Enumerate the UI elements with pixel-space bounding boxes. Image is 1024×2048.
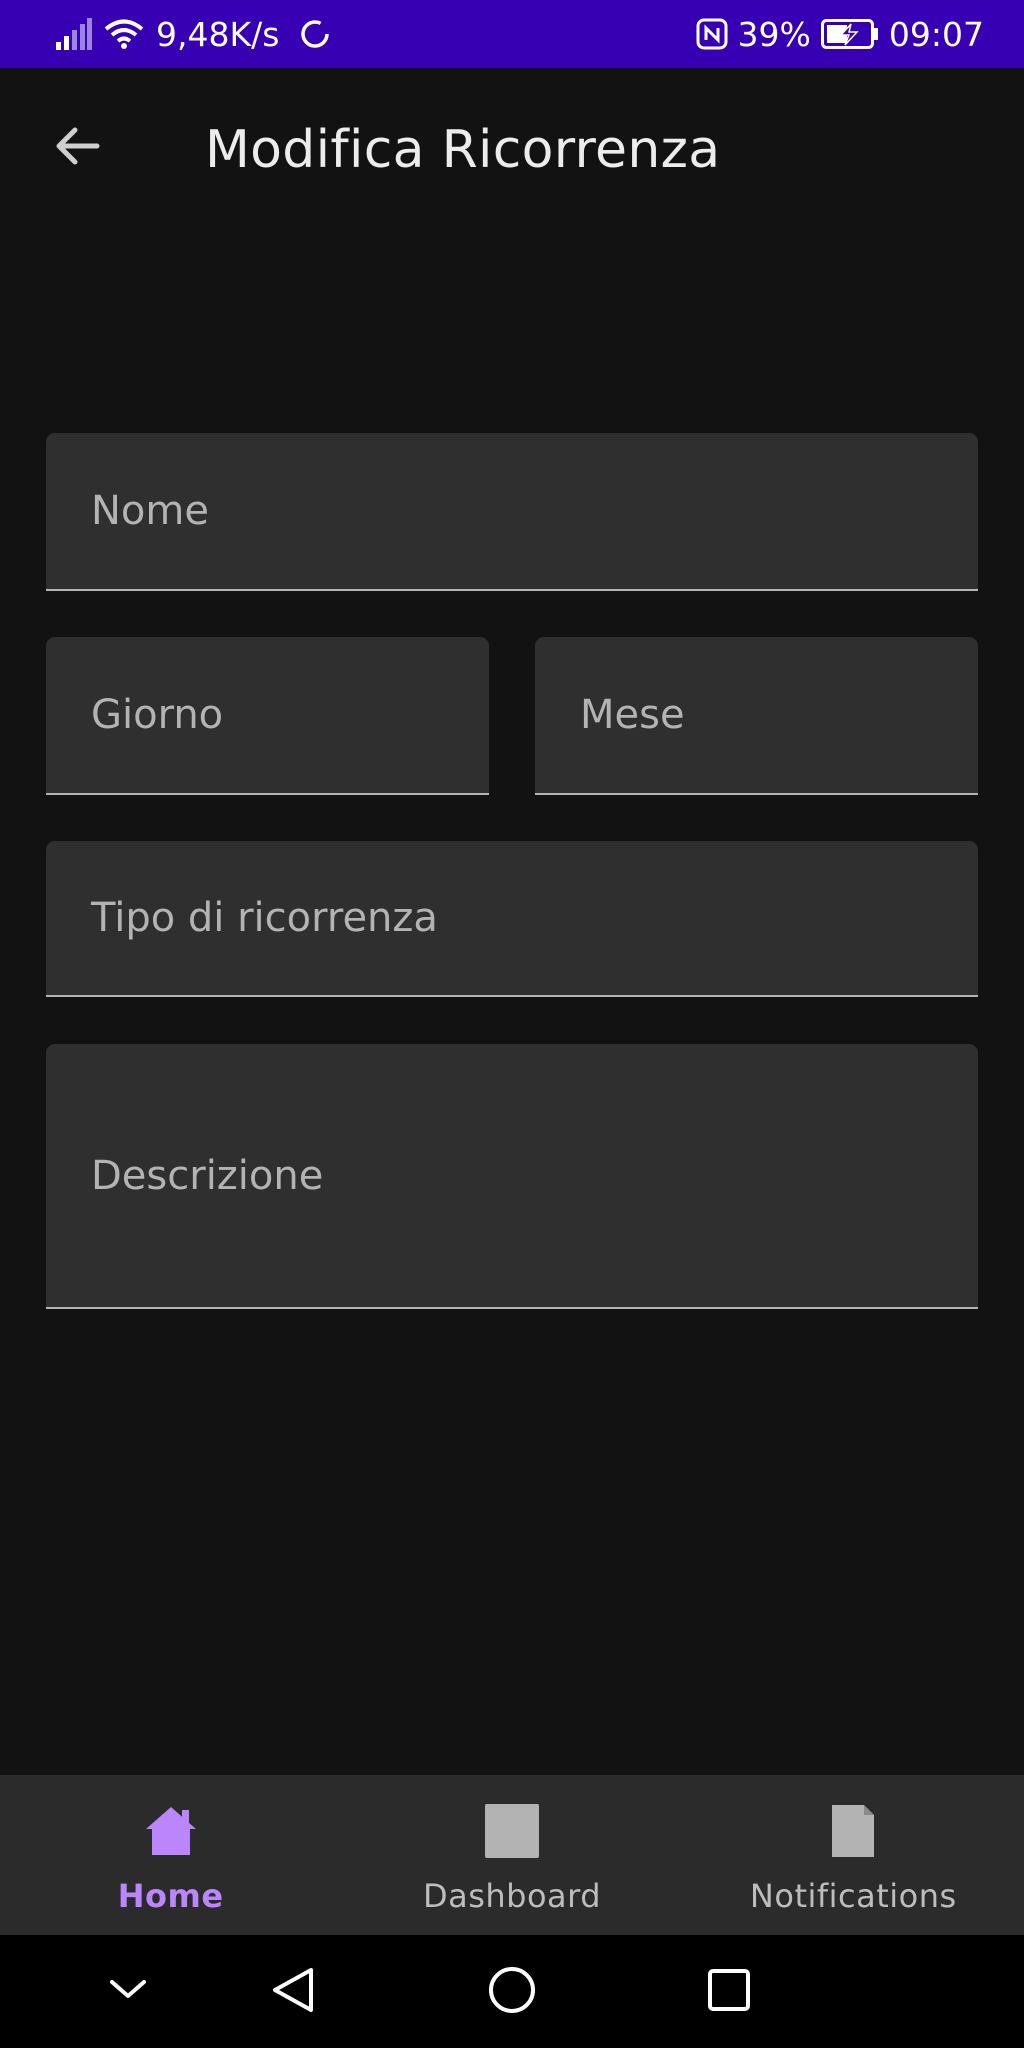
nome-placeholder: Nome: [91, 488, 209, 534]
system-navigation-bar: [0, 1935, 1024, 2048]
giorno-placeholder: Giorno: [91, 692, 224, 738]
clock: 09:07: [888, 14, 984, 54]
sync-icon: [299, 18, 331, 50]
nav-label-home: Home: [117, 1877, 224, 1915]
network-speed: 9,48K/s: [156, 14, 280, 54]
nfc-icon: [696, 18, 728, 50]
dashboard-icon: [482, 1801, 542, 1861]
wifi-icon: [104, 18, 144, 50]
nome-field[interactable]: Nome: [46, 433, 978, 591]
notifications-icon: [823, 1801, 883, 1861]
arrow-back-icon: [53, 122, 101, 174]
system-back-button[interactable]: [258, 1957, 328, 2027]
back-button[interactable]: [44, 115, 110, 181]
status-bar: 9,48K/s 39% 09:07: [0, 0, 1024, 68]
nav-label-notifications: Notifications: [749, 1877, 957, 1915]
home-circle-icon: [487, 1965, 537, 2019]
status-left: 9,48K/s: [56, 0, 331, 68]
battery-charging-icon: [820, 19, 879, 49]
descrizione-placeholder: Descrizione: [91, 1152, 324, 1199]
nav-label-dashboard: Dashboard: [422, 1877, 602, 1915]
nav-item-notifications[interactable]: Notifications: [683, 1775, 1024, 1935]
recents-square-icon: [706, 1967, 752, 2017]
nav-item-home[interactable]: Home: [0, 1775, 341, 1935]
system-recents-button[interactable]: [694, 1957, 764, 2027]
mese-field[interactable]: Mese: [535, 637, 978, 795]
app-bar: Modifica Ricorrenza: [0, 68, 1024, 234]
system-home-button[interactable]: [477, 1957, 547, 2027]
nav-item-dashboard[interactable]: Dashboard: [341, 1775, 682, 1935]
signal-icon: [56, 18, 92, 50]
collapse-button[interactable]: [93, 1957, 163, 2027]
tipo-ricorrenza-placeholder: Tipo di ricorrenza: [91, 895, 438, 941]
collapse-icon: [108, 1978, 148, 2006]
mese-placeholder: Mese: [580, 692, 685, 738]
page-title: Modifica Ricorrenza: [205, 120, 721, 180]
home-icon: [141, 1801, 201, 1861]
bottom-navigation: Home Dashboard Notifications: [0, 1775, 1024, 1935]
tipo-ricorrenza-field[interactable]: Tipo di ricorrenza: [46, 841, 978, 997]
giorno-field[interactable]: Giorno: [46, 637, 489, 795]
back-triangle-icon: [271, 1966, 315, 2018]
status-right: 39% 09:07: [696, 0, 984, 68]
descrizione-field[interactable]: Descrizione: [46, 1044, 978, 1309]
battery-percent: 39%: [737, 14, 811, 54]
